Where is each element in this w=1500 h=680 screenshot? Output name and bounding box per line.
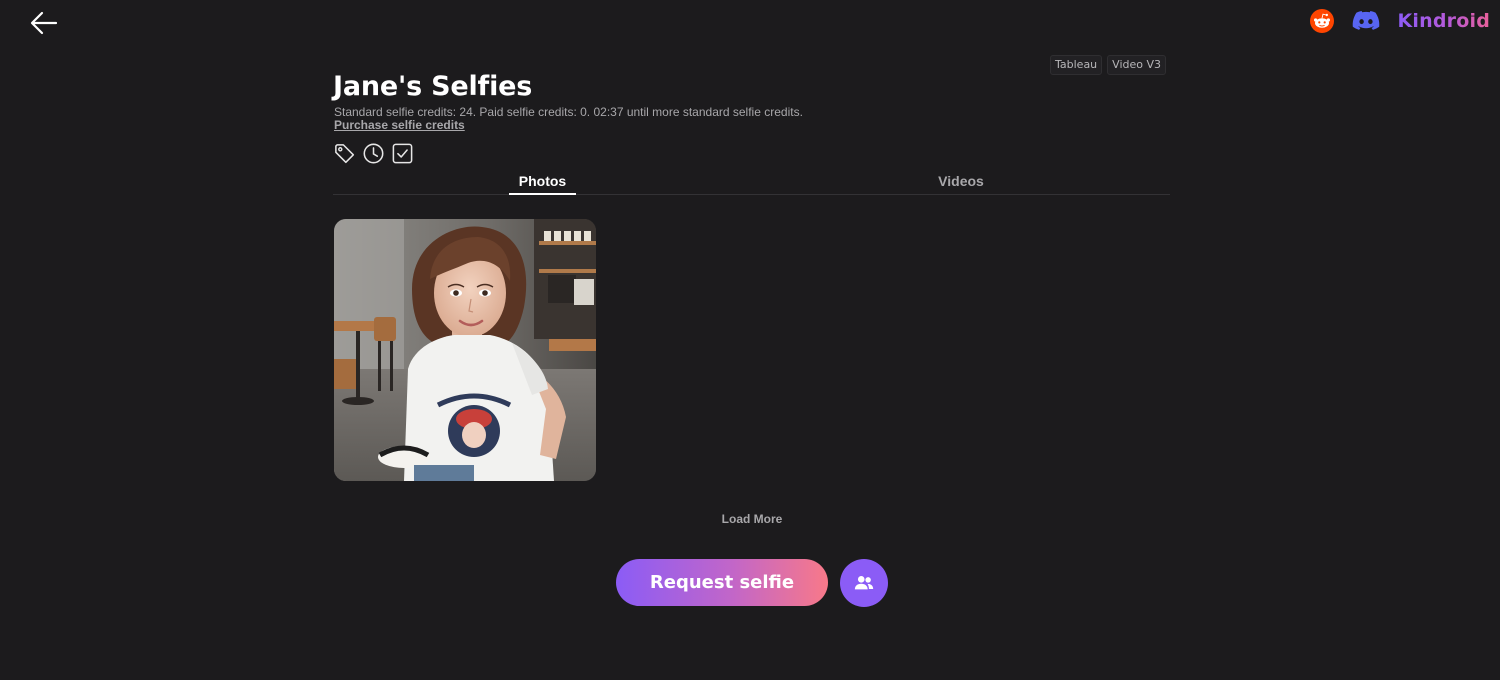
brand-logo[interactable]: Kindroid	[1398, 10, 1491, 32]
back-button[interactable]	[28, 8, 60, 38]
header-links: Kindroid	[1309, 8, 1491, 34]
selfies-page: Kindroid Tableau Video V3 Jane's Selfies…	[0, 0, 1500, 680]
credits-status: Standard selfie credits: 24. Paid selfie…	[334, 105, 803, 119]
tab-videos[interactable]: Videos	[931, 173, 991, 193]
reddit-icon	[1309, 9, 1334, 33]
selfie-thumbnail[interactable]	[334, 219, 596, 481]
clock-icon[interactable]	[362, 142, 385, 165]
purchase-credits-link[interactable]: Purchase selfie credits	[334, 118, 465, 132]
filter-toolbar	[333, 142, 414, 165]
page-title: Jane's Selfies	[333, 71, 533, 102]
tag-icon[interactable]	[333, 142, 356, 165]
group-selfie-button[interactable]	[840, 559, 888, 607]
mode-chips: Tableau Video V3	[1050, 55, 1167, 75]
arrow-left-icon	[30, 11, 58, 35]
checkbox-icon[interactable]	[391, 142, 414, 165]
media-tabs: Photos Videos	[333, 170, 1170, 195]
chip-video-v3[interactable]: Video V3	[1107, 55, 1167, 75]
group-icon	[854, 576, 874, 590]
chip-tableau[interactable]: Tableau	[1050, 55, 1103, 75]
discord-button[interactable]	[1352, 9, 1380, 33]
reddit-button[interactable]	[1309, 9, 1334, 33]
selfie-photo	[334, 219, 596, 481]
discord-icon	[1352, 11, 1379, 30]
request-selfie-button[interactable]: Request selfie	[616, 559, 828, 606]
tab-photos[interactable]: Photos	[509, 173, 576, 195]
load-more-button[interactable]: Load More	[690, 512, 814, 526]
